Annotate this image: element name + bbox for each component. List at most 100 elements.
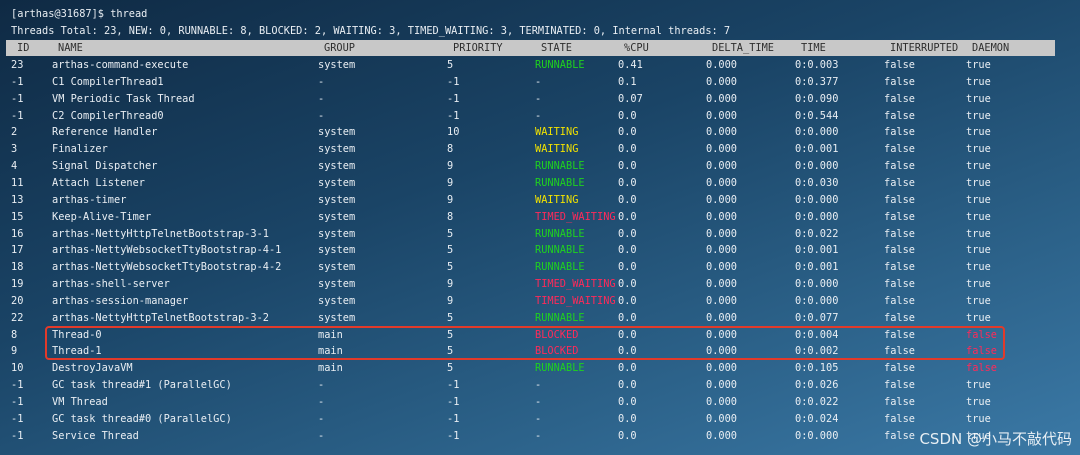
cell-id: 13 <box>11 193 24 206</box>
table-row: 10 DestroyJavaVM main 5 RUNNABLE 0.0 0.000 0:0.… <box>0 360 1080 377</box>
cell-cpu: 0.0 <box>618 143 637 156</box>
cell-cpu: 0.0 <box>618 362 637 375</box>
table-row: 11 Attach Listener system 9 RUNNABLE 0.0 0.000… <box>0 175 1080 192</box>
cell-id: 20 <box>11 294 24 307</box>
cell-name: arthas-shell-server <box>52 278 170 291</box>
cell-cpu: 0.0 <box>618 176 637 189</box>
cell-group: system <box>318 59 356 71</box>
cell-group: system <box>318 176 356 189</box>
table-row: 13 arthas-timer system 9 WAITING 0.0 0.000 0:0.… <box>0 192 1080 209</box>
cell-group: system <box>318 261 356 274</box>
cell-name: Keep-Alive-Timer <box>52 210 152 223</box>
cell-time: 0:0.000 <box>795 126 839 139</box>
cell-daemon: true <box>966 160 991 173</box>
header-priority: PRIORITY <box>453 42 503 54</box>
cell-time: 0:0.000 <box>795 160 839 173</box>
cell-state: WAITING <box>535 193 579 206</box>
cell-delta-time: 0.000 <box>706 311 737 324</box>
cell-time: 0:0.001 <box>795 143 839 156</box>
cell-delta-time: 0.000 <box>706 362 737 375</box>
cell-priority: 5 <box>447 362 454 375</box>
cell-delta-time: 0.000 <box>706 92 737 105</box>
header-delta-time: DELTA_TIME <box>712 42 774 54</box>
cell-cpu: 0.0 <box>618 193 637 206</box>
cell-time: 0:0.377 <box>795 75 839 88</box>
cell-group: - <box>318 429 325 442</box>
cell-cpu: 0.0 <box>618 379 637 392</box>
cell-name: arthas-NettyHttpTelnetBootstrap-3-2 <box>52 311 269 324</box>
header-time: TIME <box>801 42 826 54</box>
table-row: 2 Reference Handler system 10 WAITING 0.0 0.00… <box>0 124 1080 141</box>
cell-state: RUNNABLE <box>535 160 585 173</box>
cell-delta-time: 0.000 <box>706 412 737 425</box>
blocked-threads-highlight <box>45 326 1005 360</box>
cell-time: 0:0.077 <box>795 311 839 324</box>
cell-state: TIMED_WAITING <box>535 210 616 223</box>
cell-id: 4 <box>11 160 18 173</box>
cell-daemon: true <box>966 396 991 408</box>
cell-time: 0:0.000 <box>795 193 839 206</box>
cell-state: RUNNABLE <box>535 311 585 324</box>
cell-priority: -1 <box>447 412 460 425</box>
cell-group: - <box>318 412 325 425</box>
cell-interrupted: false <box>884 396 915 408</box>
header-daemon: DAEMON <box>972 42 1010 54</box>
cell-delta-time: 0.000 <box>706 109 737 122</box>
cell-interrupted: false <box>884 278 915 291</box>
table-row: 4 Signal Dispatcher system 9 RUNNABLE 0.0 0.00… <box>0 158 1080 175</box>
header-state: STATE <box>541 42 572 54</box>
cell-id: 17 <box>11 244 24 257</box>
table-row: 17 arthas-NettyWebsocketTtyBootstrap-4-1 s… <box>0 242 1080 259</box>
cell-priority: -1 <box>447 75 460 88</box>
cell-name: VM Periodic Task Thread <box>52 92 195 105</box>
cell-interrupted: false <box>884 160 915 173</box>
cell-cpu: 0.0 <box>618 160 637 173</box>
cell-time: 0:0.024 <box>795 412 839 425</box>
cell-cpu: 0.1 <box>618 75 637 88</box>
table-row: -1 GC task thread#0 (ParallelGC) - -1 - 0.0 0.… <box>0 411 1080 428</box>
cell-daemon: true <box>966 379 991 392</box>
cell-interrupted: false <box>884 193 915 206</box>
cell-priority: -1 <box>447 92 460 105</box>
cell-id: 22 <box>11 311 24 324</box>
cell-daemon: true <box>966 311 991 324</box>
table-row: -1 VM Thread - -1 - 0.0 0.000 0:0.022 false true <box>0 394 1080 411</box>
table-header: ID NAME GROUP PRIORITY STATE %CPU DELTA_… <box>6 40 1055 56</box>
cell-id: -1 <box>11 75 24 88</box>
cell-time: 0:0.105 <box>795 362 839 375</box>
cell-priority: -1 <box>447 429 460 442</box>
cell-id: 2 <box>11 126 18 139</box>
cell-delta-time: 0.000 <box>706 278 737 291</box>
cell-priority: -1 <box>447 396 460 408</box>
terminal-window[interactable]: [arthas@31687]$ thread Threads Total: 23… <box>0 0 1080 455</box>
cell-name: Service Thread <box>52 429 139 442</box>
cell-state: - <box>535 109 542 122</box>
cell-cpu: 0.07 <box>618 92 643 105</box>
cell-interrupted: false <box>884 261 915 274</box>
cell-group: system <box>318 227 356 240</box>
table-row: -1 C2 CompilerThread0 - -1 - 0.0 0.000 0:0.544 f… <box>0 108 1080 125</box>
cell-time: 0:0.022 <box>795 227 839 240</box>
cell-delta-time: 0.000 <box>706 160 737 173</box>
cell-state: RUNNABLE <box>535 244 585 257</box>
cell-name: C2 CompilerThread0 <box>52 109 164 122</box>
cell-daemon: true <box>966 210 991 223</box>
cell-cpu: 0.0 <box>618 412 637 425</box>
cell-interrupted: false <box>884 176 915 189</box>
cell-cpu: 0.0 <box>618 294 637 307</box>
cell-interrupted: false <box>884 227 915 240</box>
cell-cpu: 0.0 <box>618 278 637 291</box>
cell-time: 0:0.000 <box>795 429 839 442</box>
cell-state: - <box>535 429 542 442</box>
cell-interrupted: false <box>884 109 915 122</box>
cell-delta-time: 0.000 <box>706 227 737 240</box>
cell-daemon: true <box>966 109 991 122</box>
cell-delta-time: 0.000 <box>706 59 737 71</box>
cell-id: -1 <box>11 92 24 105</box>
cell-priority: 5 <box>447 227 454 240</box>
cell-delta-time: 0.000 <box>706 75 737 88</box>
table-row: 3 Finalizer system 8 WAITING 0.0 0.000 0:0.001 f… <box>0 141 1080 158</box>
cell-name: VM Thread <box>52 396 108 408</box>
cell-delta-time: 0.000 <box>706 379 737 392</box>
header-interrupted: INTERRUPTED <box>890 42 959 54</box>
